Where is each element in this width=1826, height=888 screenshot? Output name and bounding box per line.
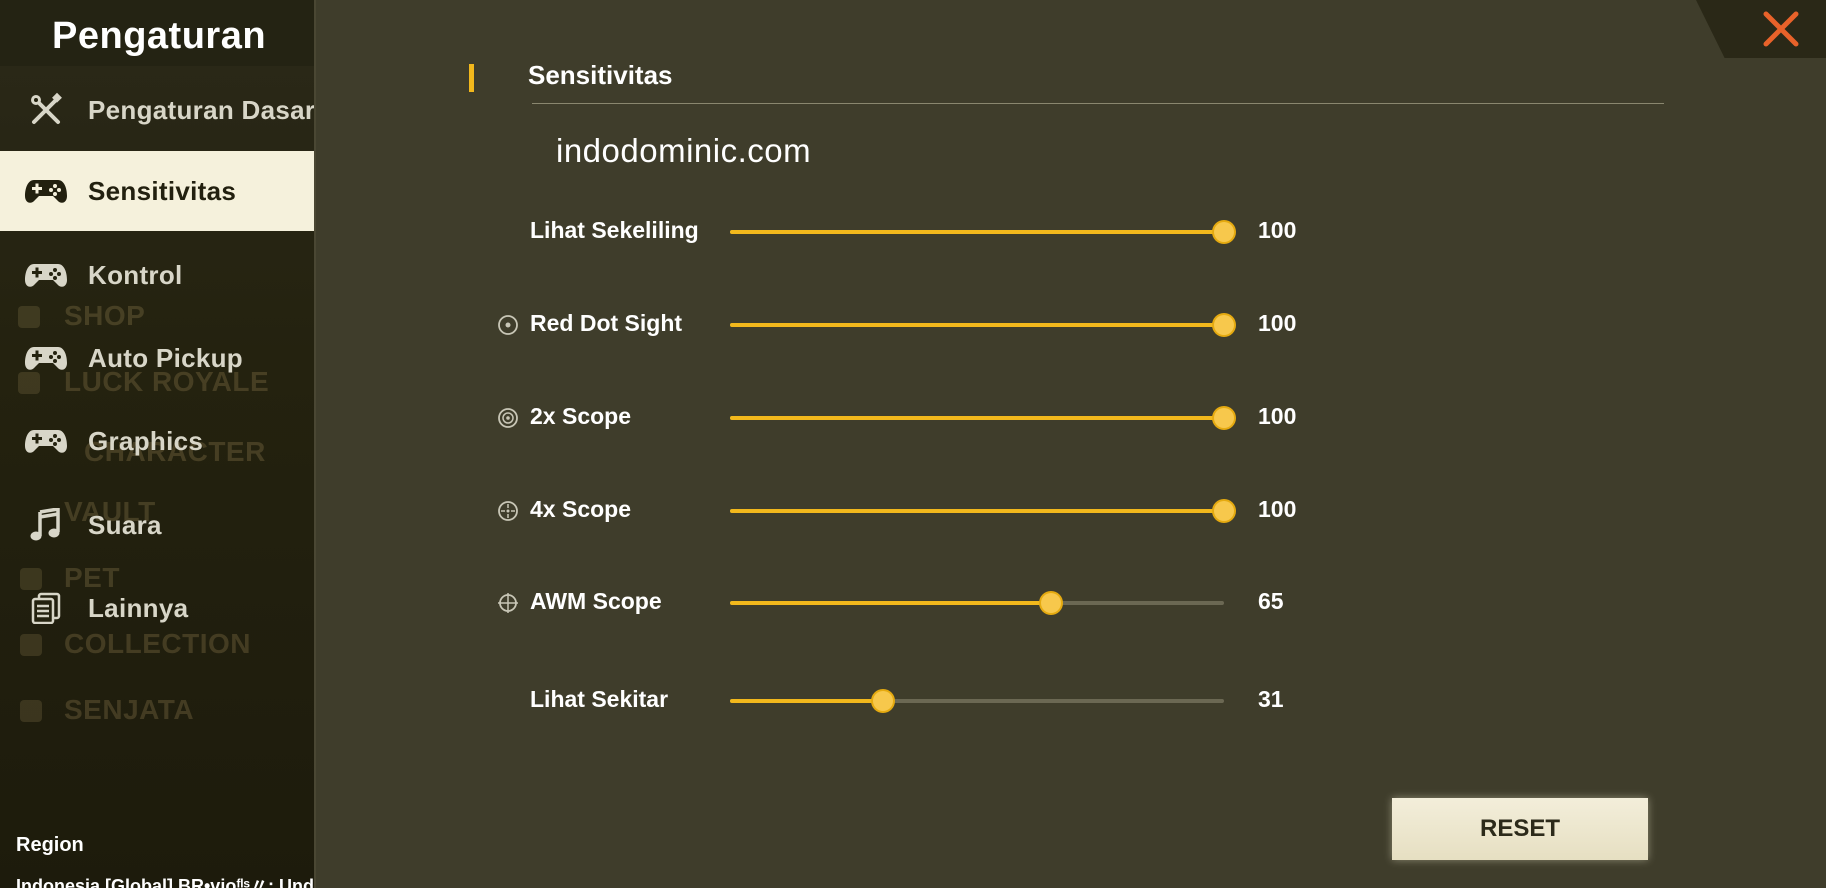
slider-value: 31 [1258, 686, 1284, 712]
crosshair-icon [498, 593, 518, 613]
slider-label: AWM Scope [530, 588, 662, 614]
slider-row-red-dot-sight: Red Dot Sight 100 [490, 304, 1350, 344]
region-value: Indonesia [Global] BR•vioᶠˡˢ〃: Unda [16, 876, 316, 888]
slider-fill [730, 699, 884, 703]
reset-button[interactable]: RESET [1392, 798, 1648, 860]
sidebar: Pengaturan SHOP LUCK ROYALE CHARACTER VA… [0, 0, 316, 888]
slider-fill [730, 230, 1224, 234]
slider-knob[interactable] [1214, 315, 1234, 335]
sidebar-item-auto-pickup[interactable]: Auto Pickup [0, 318, 314, 398]
slider-track[interactable] [730, 315, 1234, 335]
sidebar-title: Pengaturan [0, 0, 314, 66]
weapon-icon [20, 700, 42, 722]
slider-row-awm-scope: AWM Scope 65 [490, 582, 1350, 622]
slider-label: 2x Scope [530, 403, 631, 429]
sidebar-item-label: Pengaturan Dasar [88, 94, 316, 125]
music-note-icon [24, 507, 68, 543]
sidebar-item-suara[interactable]: Suara [0, 485, 314, 565]
slider-row-lihat-sekeliling: Lihat Sekeliling 100 [490, 211, 1350, 251]
slider-label: 4x Scope [530, 496, 631, 522]
slider-track[interactable] [730, 691, 1224, 711]
slider-track[interactable] [730, 501, 1234, 521]
slider-value: 100 [1258, 217, 1297, 243]
slider-fill [730, 509, 1224, 513]
slider-value: 100 [1258, 310, 1297, 336]
slider-knob[interactable] [1214, 501, 1234, 521]
bg-menu-senjata: SENJATA [64, 694, 195, 725]
section-title: Sensitivitas [528, 60, 673, 90]
sidebar-item-graphics[interactable]: Graphics [0, 401, 314, 481]
slider-track[interactable] [730, 593, 1224, 613]
sidebar-item-label: Lainnya [88, 592, 189, 623]
settings-screen: Pengaturan SHOP LUCK ROYALE CHARACTER VA… [0, 0, 1826, 888]
sidebar-item-label: Graphics [88, 425, 204, 456]
sidebar-item-lainnya[interactable]: Lainnya [0, 568, 314, 648]
section-marker [469, 64, 474, 92]
slider-row-4x-scope: 4x Scope 100 [490, 490, 1350, 530]
gamepad-icon [24, 173, 68, 209]
gamepad-icon [24, 257, 68, 293]
scope-4x-icon [498, 501, 518, 521]
slider-fill [730, 323, 1224, 327]
red-dot-scope-icon [498, 315, 518, 335]
sidebar-item-label: Kontrol [88, 259, 183, 290]
watermark: indodominic.com [556, 132, 812, 169]
slider-knob[interactable] [1214, 408, 1234, 428]
sidebar-item-label: Suara [88, 509, 162, 540]
slider-track[interactable] [730, 408, 1234, 428]
slider-track[interactable] [730, 222, 1234, 242]
sidebar-item-kontrol[interactable]: Kontrol [0, 235, 314, 315]
wrench-screwdriver-icon [24, 92, 68, 128]
sidebar-item-sensitivitas[interactable]: Sensitivitas [0, 151, 314, 231]
sidebar-item-label: Auto Pickup [88, 342, 243, 373]
slider-knob[interactable] [1041, 593, 1062, 613]
scope-2x-icon [498, 408, 518, 428]
section-divider [532, 103, 1664, 104]
slider-label: Lihat Sekeliling [530, 217, 699, 243]
document-list-icon [24, 590, 68, 626]
slider-value: 100 [1258, 496, 1297, 522]
slider-label: Lihat Sekitar [530, 686, 669, 712]
close-button[interactable] [1696, 0, 1826, 58]
gamepad-icon [24, 340, 68, 376]
close-icon [1763, 11, 1799, 47]
slider-row-lihat-sekitar: Lihat Sekitar 31 [490, 680, 1350, 720]
slider-value: 100 [1258, 403, 1297, 429]
slider-value: 65 [1258, 588, 1284, 614]
sidebar-item-label: Sensitivitas [88, 175, 237, 206]
gamepad-icon [24, 423, 68, 459]
slider-knob[interactable] [873, 691, 894, 711]
slider-fill [730, 416, 1224, 420]
slider-fill [730, 601, 1052, 605]
slider-row-2x-scope: 2x Scope 100 [490, 397, 1350, 437]
slider-label: Red Dot Sight [530, 310, 683, 336]
slider-knob[interactable] [1214, 222, 1234, 242]
sidebar-item-pengaturan-dasar[interactable]: Pengaturan Dasar [0, 70, 316, 150]
region-label: Region [16, 834, 84, 856]
